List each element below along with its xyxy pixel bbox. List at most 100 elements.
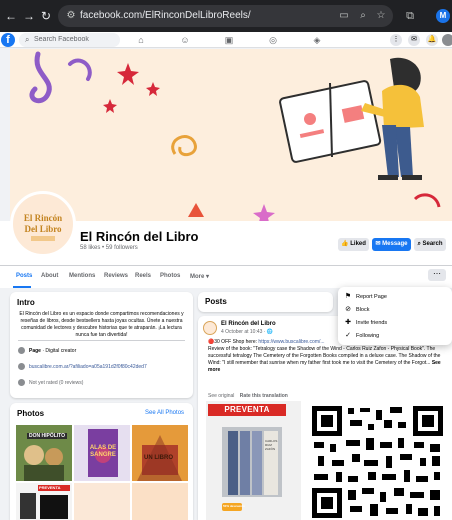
tab-reviews[interactable]: Reviews xyxy=(104,273,128,279)
intro-rating-row: Not yet rated (0 reviews) xyxy=(18,379,83,386)
intro-link-row: buscalibre.com.ar/?afiliado=a05a191d2f0f… xyxy=(18,363,147,370)
tab-more[interactable]: More ▾ xyxy=(190,273,209,280)
cover-photo[interactable] xyxy=(10,49,452,221)
menu-item-invite-friends[interactable]: ✚ Invite friends xyxy=(338,316,452,329)
photos-title: Photos xyxy=(17,409,45,418)
active-tab-indicator xyxy=(13,286,31,288)
gaming-icon[interactable]: ◈ xyxy=(310,34,324,46)
preventa-badge: PREVENTA xyxy=(208,404,286,416)
intro-website-link[interactable]: buscalibre.com.ar/?afiliado=a05a191d2f0f… xyxy=(29,364,147,370)
zoom-icon[interactable]: ⌕ xyxy=(356,9,370,23)
notifications-bell-icon[interactable]: 🔔 xyxy=(426,34,438,46)
tab-mentions[interactable]: Mentions xyxy=(69,273,95,279)
photo-thumbnail[interactable]: UN LIBRO xyxy=(132,425,188,481)
account-avatar[interactable] xyxy=(442,34,452,46)
posts-header-card: Posts xyxy=(198,292,333,312)
photo-thumbnail[interactable]: ALAS DE SANGRE xyxy=(74,425,130,481)
page-search-button-label: Search xyxy=(422,241,443,247)
intro-divider xyxy=(18,340,185,341)
forward-arrow-icon[interactable]: → xyxy=(22,9,36,23)
menu-grid-icon[interactable]: ⋮ xyxy=(390,34,402,46)
globe-icon: 🌐 xyxy=(266,329,274,335)
reload-icon[interactable]: ↻ xyxy=(39,9,53,23)
address-bar[interactable]: ⚙ facebook.com/ElRinconDelLibroReels/ ▭ … xyxy=(58,5,393,27)
browser-profile-avatar[interactable]: M xyxy=(436,9,450,23)
intro-category: Digital creator xyxy=(45,347,77,354)
facebook-search-input[interactable]: ⌕ Search Facebook xyxy=(19,33,120,47)
liked-button[interactable]: 👍 Liked xyxy=(338,238,369,251)
page-stats[interactable]: 58 likes • 59 followers xyxy=(80,245,138,251)
tab-reels[interactable]: Reels xyxy=(135,273,151,279)
intro-category-label: Page xyxy=(29,347,41,354)
post-card: El Rincón del Libro 4 October at 10:43 ·… xyxy=(198,316,452,520)
invite-icon: ✚ xyxy=(345,319,351,326)
tab-posts[interactable]: Posts xyxy=(16,273,32,279)
site-info-icon[interactable]: ⚙ xyxy=(64,9,78,23)
post-image-promo[interactable]: PREVENTA CARLOS RUIZ ZAFÓN 50% descuento xyxy=(206,401,301,520)
intro-rating: Not yet rated (0 reviews) xyxy=(29,379,84,386)
back-arrow-icon[interactable]: ← xyxy=(4,9,18,23)
facebook-logo-icon[interactable]: f xyxy=(1,33,15,47)
qr-code-image[interactable] xyxy=(310,404,445,520)
menu-item-label: Following xyxy=(356,333,380,339)
svg-text:El Rincón: El Rincón xyxy=(24,213,62,223)
photo-3-label: UN LIBRO xyxy=(144,455,173,461)
see-original-link[interactable]: See original xyxy=(208,393,234,399)
page-search-button[interactable]: ⌕ Search xyxy=(414,238,446,251)
more-options-menu: ⚑ Report Page ⊘ Block ✚ Invite friends ✓… xyxy=(338,287,452,345)
page-tabs: Posts About Mentions Reviews Reels Photo… xyxy=(0,265,452,288)
page-avatar-logo: El Rincón Del Libro xyxy=(15,196,71,252)
more-options-button[interactable]: ⋯ xyxy=(428,269,446,281)
cover-illustration xyxy=(29,51,441,221)
qr-code-art xyxy=(310,404,445,520)
post-author-avatar[interactable] xyxy=(203,321,217,335)
bookmark-star-icon[interactable]: ☆ xyxy=(374,9,388,23)
messenger-icon[interactable]: ✉ xyxy=(408,34,420,46)
intro-title: Intro xyxy=(17,298,35,307)
menu-item-label: Report Page xyxy=(356,294,387,300)
post-text-body: Review of the book: "Tetralogy case the … xyxy=(208,346,441,366)
post-link[interactable]: https://www.buscalibre.com/... xyxy=(258,339,324,345)
rate-translation-link[interactable]: Rate this translation xyxy=(240,393,288,399)
home-icon[interactable]: ⌂ xyxy=(134,34,148,46)
promo-price: 50% descuento xyxy=(223,504,245,508)
photo-thumbnail[interactable]: PREVENTA xyxy=(16,483,72,520)
translation-row: See original Rate this translation xyxy=(208,393,288,399)
photo-thumbnail[interactable]: DON HIPÓLITO xyxy=(16,425,72,481)
friends-icon[interactable]: ☺ xyxy=(178,34,192,46)
photo-1-label: DON HIPÓLITO xyxy=(27,433,68,439)
post-date-text: 4 October at 10:43 xyxy=(221,329,263,335)
tab-photos[interactable]: Photos xyxy=(160,273,180,279)
message-button[interactable]: ✉ Message xyxy=(372,238,411,251)
tab-about[interactable]: About xyxy=(41,273,58,279)
menu-item-report-page[interactable]: ⚑ Report Page xyxy=(338,290,452,303)
liked-button-label: Liked xyxy=(350,241,366,247)
post-date[interactable]: 4 October at 10:43 · 🌐 xyxy=(221,329,273,335)
photo-thumbnail[interactable] xyxy=(132,483,188,520)
install-app-icon[interactable]: ▭ xyxy=(337,9,351,23)
message-button-label: Message xyxy=(382,241,408,247)
search-icon: ⌕ xyxy=(25,35,30,44)
star-icon xyxy=(18,379,25,386)
address-url[interactable]: facebook.com/ElRinconDelLibroReels/ xyxy=(80,10,251,21)
intro-category-row: Page · Digital creator xyxy=(18,347,76,354)
photo-2-label: ALAS DE SANGRE xyxy=(89,445,117,458)
see-all-photos-link[interactable]: See All Photos xyxy=(145,410,184,416)
photo-thumbnail[interactable] xyxy=(74,483,130,520)
page-avatar[interactable]: El Rincón Del Libro xyxy=(10,191,76,257)
extensions-icon[interactable]: ⧉ xyxy=(403,9,417,23)
globe-icon xyxy=(18,363,25,370)
marketplace-icon[interactable]: ▣ xyxy=(222,34,236,46)
book-box-art xyxy=(222,427,282,511)
posts-title: Posts xyxy=(205,297,227,306)
facebook-topbar: f ⌕ Search Facebook ⌂ ☺ ▣ ◎ ◈ ⋮ ✉ 🔔 xyxy=(0,32,452,48)
following-icon: ✓ xyxy=(345,332,351,339)
post-author[interactable]: El Rincón del Libro xyxy=(221,321,276,327)
intro-card: Intro El Rincón del Libro es un espacio … xyxy=(10,292,193,398)
svg-text:Del Libro: Del Libro xyxy=(24,224,62,234)
menu-item-label: Invite friends xyxy=(356,320,388,326)
photo-3-art xyxy=(132,425,188,481)
menu-item-block[interactable]: ⊘ Block xyxy=(338,303,452,316)
groups-icon[interactable]: ◎ xyxy=(266,34,280,46)
menu-item-following[interactable]: ✓ Following xyxy=(338,329,452,342)
